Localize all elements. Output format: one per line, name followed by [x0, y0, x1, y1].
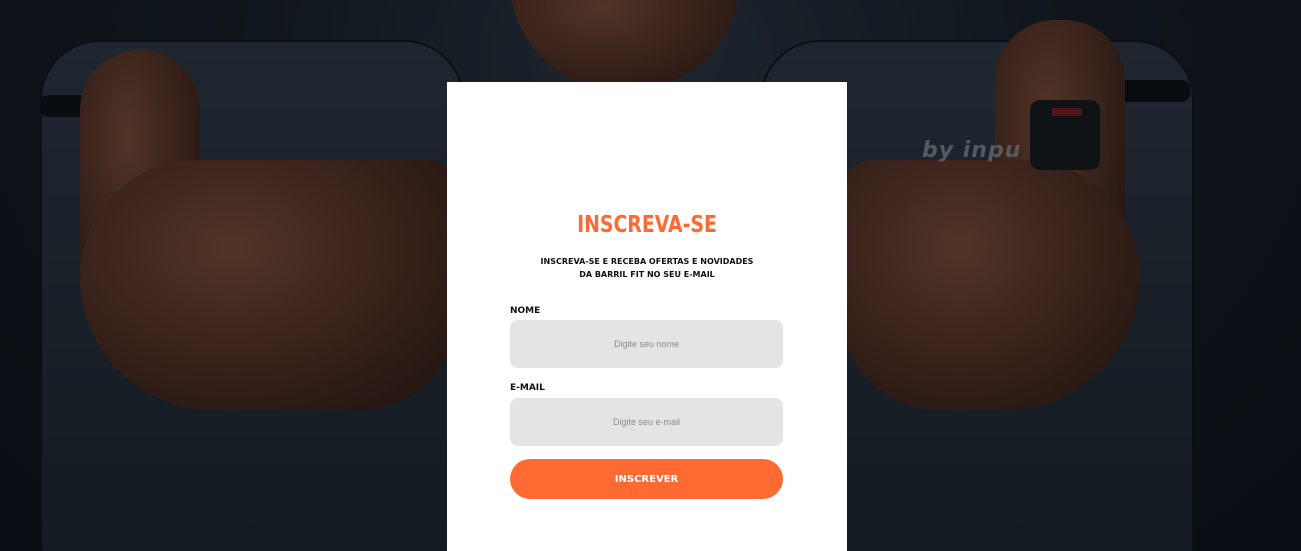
email-input[interactable]	[510, 398, 783, 446]
modal-title: INSCREVA-SE	[577, 212, 717, 238]
name-label: NOME	[510, 306, 541, 316]
modal-subtitle: INSCREVA-SE E RECEBA OFERTAS E NOVIDADES…	[540, 257, 754, 279]
signup-modal: INSCREVA-SE INSCREVA-SE E RECEBA OFERTAS…	[447, 82, 847, 551]
name-input[interactable]	[510, 320, 783, 368]
subscribe-button[interactable]: INSCREVER	[510, 459, 783, 499]
email-label: E-MAIL	[510, 383, 545, 393]
